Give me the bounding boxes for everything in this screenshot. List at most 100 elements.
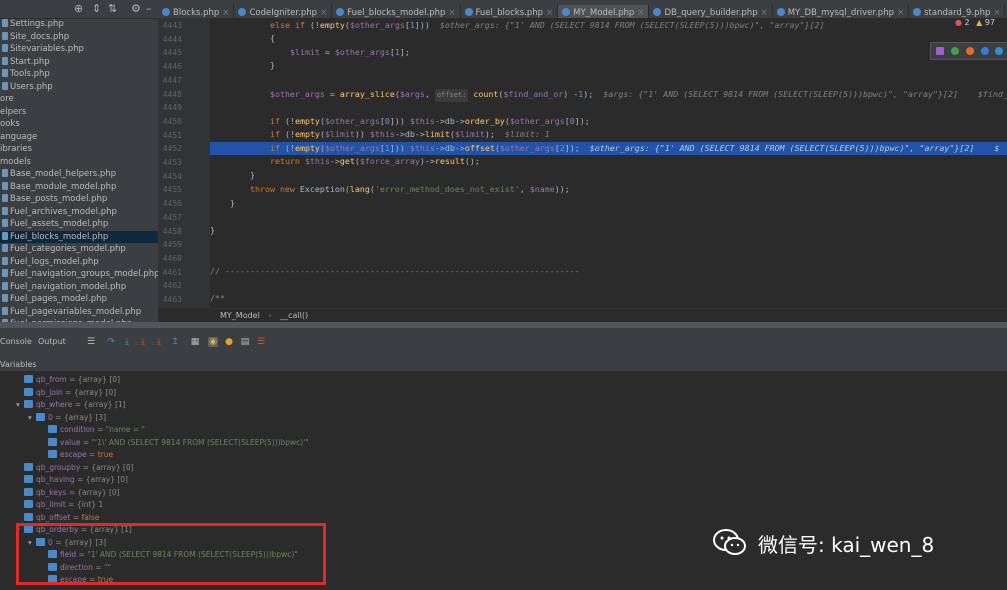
variable-type: = {array} [0] [69, 375, 121, 384]
sidebar-tree-item[interactable]: Sitevariables.php [0, 43, 158, 56]
variable-name: escape [60, 450, 87, 459]
code-line-4458: } [210, 225, 215, 235]
force-step-into-icon[interactable]: ⤓ [154, 337, 164, 347]
breadcrumb-method[interactable]: __call() [280, 311, 308, 320]
variable-row[interactable]: qb_from = {array} [0] [16, 374, 120, 387]
target-icon[interactable]: ⊕ [74, 2, 83, 15]
inspection-widget[interactable]: ● 2 ▲ 97 [955, 18, 995, 27]
php-file-icon [2, 294, 8, 302]
line-number: 4452 [162, 144, 182, 154]
editor-tab[interactable]: Fuel_blocks.php × [461, 4, 559, 18]
variable-row[interactable]: qb_limit = {int} 1 [16, 499, 103, 512]
sidebar-tree-item[interactable]: Start.php [0, 56, 158, 69]
close-icon[interactable]: × [993, 8, 1000, 18]
sidebar-tree-item[interactable]: Fuel_pages_model.php [0, 293, 158, 306]
watch-icon[interactable]: ◉ [208, 337, 218, 347]
breakpoint-icon[interactable]: ● [224, 337, 234, 347]
sidebar-tree-item[interactable]: Fuel_navigation_groups_model.php [0, 268, 158, 281]
editor-tab-bar: Blocks.php × CodeIgniter.php × Fuel_blocks_m… [158, 0, 1007, 19]
variable-row[interactable]: ▾ qb_where = {array} [1] [16, 399, 126, 412]
sidebar-tree-item[interactable]: ibraries [0, 143, 158, 156]
tab-output[interactable]: Output [38, 337, 66, 346]
variable-row[interactable]: qb_groupby = {array} [0] [16, 462, 134, 475]
sidebar-tree-item[interactable]: elpers [0, 106, 158, 119]
sidebar-tree-item[interactable]: Fuel_pagevariables_model.php [0, 306, 158, 319]
gear-icon[interactable]: ⚙ [131, 2, 141, 15]
sidebar-tree-item[interactable]: Users.php [0, 81, 158, 94]
php-file-icon [2, 181, 8, 190]
expand-arrow-icon[interactable]: ▾ [16, 399, 24, 412]
menu-icon[interactable]: ☰ [86, 337, 96, 347]
sidebar-tree-item[interactable]: anguage [0, 131, 158, 144]
sidebar-tree-item[interactable]: Base_model_helpers.php [0, 168, 158, 181]
variable-row[interactable]: qb_join = {array} [0] [16, 387, 116, 400]
chrome-icon[interactable] [951, 47, 959, 55]
editor-tab[interactable]: Fuel_blocks_model.php × [332, 4, 461, 18]
sidebar-tree-item[interactable]: ore [0, 93, 158, 106]
close-icon[interactable]: × [320, 8, 327, 18]
close-icon[interactable]: × [761, 8, 768, 18]
variable-row[interactable]: ▾ 0 = {array} [3] [28, 412, 106, 425]
step-over-icon[interactable]: ⤓ [122, 337, 132, 347]
sidebar-tree-item[interactable]: Fuel_categories_model.php [0, 243, 158, 256]
editor-tab[interactable]: MY_Model.php × [558, 5, 650, 18]
sidebar-tree-item[interactable]: Base_module_model.php [0, 181, 158, 194]
breadcrumb-separator: › [268, 311, 272, 320]
sidebar-tree-item[interactable]: Fuel_archives_model.php [0, 206, 158, 219]
sidebar-tree-item[interactable]: Site_docs.php [0, 31, 158, 44]
inline-value-hint: $args: {"1' AND (SELECT 9814 FROM (SELEC… [603, 89, 1007, 99]
variables-label: Variables [0, 360, 37, 369]
close-icon[interactable]: × [546, 8, 553, 18]
sidebar-tree-item[interactable]: Fuel_blocks_model.php [0, 230, 158, 243]
variable-row[interactable]: value = "'1\' AND (SELECT 9814 FROM (SEL… [40, 437, 309, 450]
tab-console[interactable]: Console [0, 337, 32, 346]
breadcrumb-class[interactable]: MY_Model [220, 311, 260, 320]
close-icon[interactable]: × [637, 8, 644, 18]
variable-row[interactable]: condition = "name = " [40, 424, 145, 437]
collapse-icon[interactable]: ⇕ [92, 2, 101, 15]
variable-row[interactable]: escape = true [40, 449, 113, 462]
sidebar-tree-item[interactable]: models [0, 156, 158, 169]
inline-value-hint: $limit: 1 [504, 129, 550, 139]
sidebar-tree-item[interactable]: ooks [0, 118, 158, 131]
variable-row[interactable]: qb_keys = {array} [0] [16, 487, 120, 500]
warning-count: 97 [984, 18, 995, 27]
expand-icon[interactable]: ⇅ [108, 2, 117, 15]
editor-tab[interactable]: CodeIgniter.php × [234, 4, 333, 18]
editor-tab[interactable]: MY_DB_mysql_driver.php × [773, 4, 910, 18]
variable-name: qb_limit [36, 500, 66, 509]
show-execution-point-icon[interactable]: ↷ [106, 337, 116, 347]
settings-icon[interactable]: ☰ [256, 337, 266, 347]
variable-row[interactable]: qb_having = {array} [0] [16, 474, 128, 487]
variable-name: qb_offset [36, 512, 71, 522]
editor-tab[interactable]: DB_query_builder.php × [649, 4, 773, 18]
editor-tab[interactable]: Blocks.php × [158, 4, 235, 18]
project-sidebar: ⊕ ⇕ ⇅ ⚙ – Settings.php Site_docs.php Sitev… [0, 0, 158, 322]
sidebar-tree-item[interactable]: Fuel_assets_model.php [0, 218, 158, 231]
tab-label: MY_DB_mysql_driver.php [787, 8, 894, 18]
firefox-icon[interactable] [966, 47, 974, 55]
minimize-icon[interactable]: – [146, 2, 152, 15]
editor-tab[interactable]: standard_9.php × [909, 4, 1006, 18]
php-file-icon [562, 8, 571, 16]
inline-value-hint: $other_args: {"1' AND (SELECT 9814 FROM … [589, 143, 1000, 153]
sidebar-toolbar: ⊕ ⇕ ⇅ ⚙ – [0, 0, 158, 19]
step-out-icon[interactable]: ↥ [170, 337, 180, 347]
close-icon[interactable]: × [222, 8, 229, 18]
sidebar-tree-item[interactable]: Base_posts_model.php [0, 193, 158, 206]
sidebar-tree-item[interactable]: Fuel_navigation_model.php [0, 281, 158, 294]
sidebar-tree-item[interactable]: Fuel_logs_model.php [0, 256, 158, 269]
evaluate-icon[interactable]: ▦ [190, 337, 200, 347]
edge-icon[interactable] [995, 47, 1003, 55]
code-editor[interactable]: else if (!empty($other_args[1])) $other_… [210, 18, 1007, 308]
expand-arrow-icon[interactable]: ▾ [28, 412, 36, 425]
close-icon[interactable]: × [897, 8, 904, 18]
variable-name: qb_having [36, 475, 75, 484]
frames-icon[interactable]: ▤ [240, 337, 250, 347]
safari-icon[interactable] [981, 47, 989, 55]
sidebar-tree-item[interactable]: Settings.php [0, 18, 158, 31]
step-into-icon[interactable]: ⤓ [138, 337, 148, 347]
sidebar-tree-item[interactable]: Tools.php [0, 68, 158, 81]
phpstorm-icon[interactable] [936, 47, 944, 55]
close-icon[interactable]: × [448, 8, 455, 18]
